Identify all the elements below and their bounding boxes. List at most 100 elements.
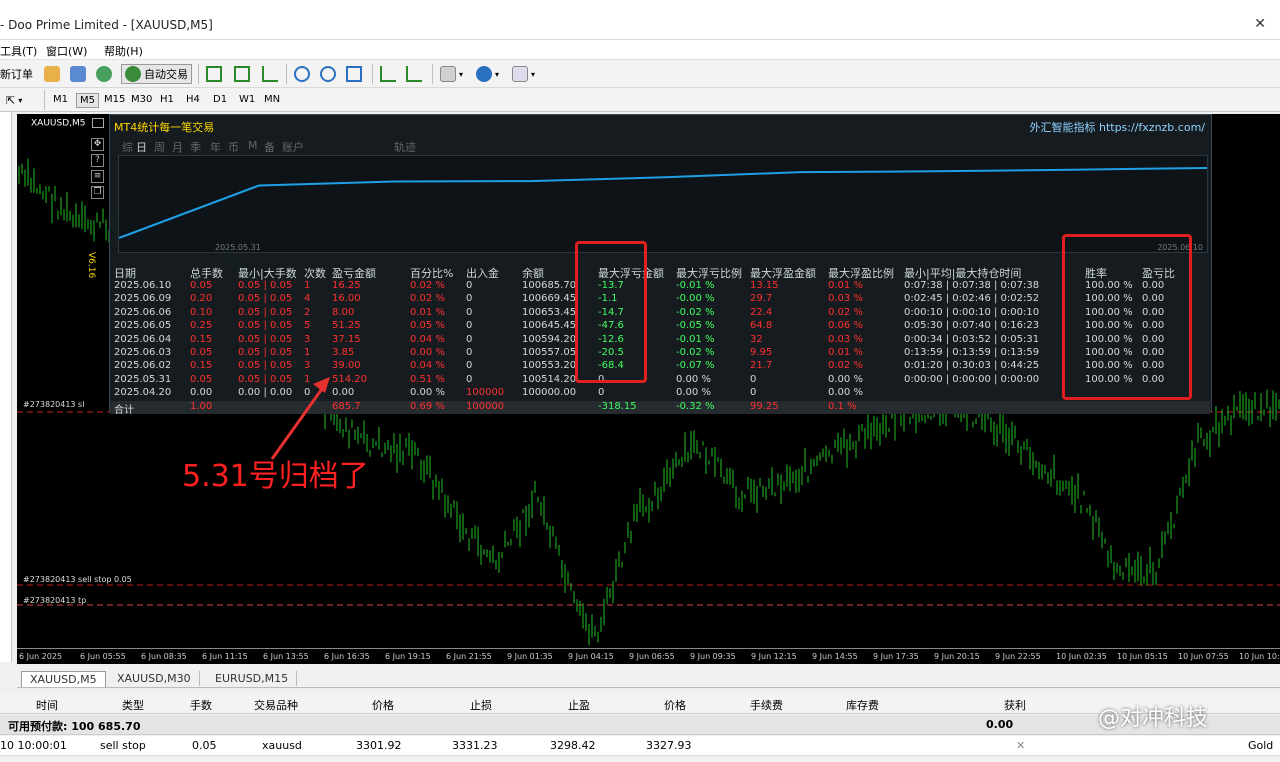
stats-cell: 39.00 (332, 360, 361, 372)
data-window-button[interactable] (70, 65, 86, 83)
stats-cell: 29.7 (750, 293, 773, 305)
list-icon[interactable]: ≡ (91, 170, 104, 183)
panel-tab[interactable]: 年 (210, 139, 221, 155)
order-row[interactable]: 10 10:00:01 sell stop 0.05 xauusd 3301.9… (0, 736, 1280, 756)
navigator-button[interactable] (96, 65, 112, 83)
stats-cell: 0.25 (190, 320, 213, 332)
x-axis-tick: 10 Jun 07:55 (1178, 652, 1229, 661)
panel-tab[interactable]: 周 (154, 139, 165, 155)
panel-tab[interactable]: M (248, 139, 258, 152)
stats-panel: MT4统计每一笔交易 外汇智能指标 https://fxznzb.com/ 综日… (109, 114, 1212, 416)
stats-total-row: 合计 1.00 685.7 0.69 % 100000 -318.15 -0.32 % 99.… (110, 401, 1210, 416)
line-tools-button[interactable]: ⇱ ▾ (6, 91, 22, 109)
col-commission[interactable]: 手续费 (750, 697, 783, 713)
move-icon[interactable]: ✥ (91, 138, 104, 151)
bar-chart-button[interactable] (206, 65, 222, 83)
stats-cell: 0.00 (332, 387, 355, 399)
line-chart-button[interactable] (262, 65, 278, 83)
tf-m15[interactable]: M15 (101, 93, 128, 108)
equity-graph: 2025.05.31 2025.06.10 (118, 155, 1208, 253)
tf-h1[interactable]: H1 (157, 93, 177, 108)
stats-total-cell: 100000 (466, 401, 505, 412)
minimize-icon[interactable] (91, 118, 104, 128)
x-axis-tick: 9 Jun 09:35 (690, 652, 736, 661)
close-icon[interactable]: ✕ (1254, 16, 1266, 32)
periods-button[interactable]: ▾ (476, 65, 499, 83)
tf-m30[interactable]: M30 (128, 93, 155, 108)
zoom-out-button[interactable] (320, 65, 336, 83)
menu-window[interactable]: 窗口(W) (46, 43, 87, 59)
col-size[interactable]: 手数 (190, 697, 212, 713)
col-current-price[interactable]: 价格 (664, 697, 686, 713)
order-size: 0.05 (192, 739, 217, 752)
panel-link[interactable]: 外汇智能指标 https://fxznzb.com/ (1029, 119, 1205, 135)
order-current-price: 3327.93 (646, 739, 692, 752)
stats-cell: 0.02 % (410, 293, 445, 305)
auto-trading-button[interactable]: 自动交易 (121, 64, 192, 84)
templates-button[interactable]: ▾ (512, 65, 535, 83)
stats-total-cell: -318.15 (598, 401, 637, 412)
col-sl[interactable]: 止损 (470, 697, 492, 713)
tf-m1[interactable]: M1 (50, 93, 71, 108)
panel-tab[interactable]: 综 (122, 139, 133, 155)
help-icon[interactable]: ? (91, 154, 104, 167)
tf-d1[interactable]: D1 (210, 93, 230, 108)
panel-tab[interactable]: 备 (264, 139, 275, 155)
tile-windows-button[interactable] (346, 65, 362, 83)
panel-tab[interactable]: 月 (172, 139, 183, 155)
col-symbol[interactable]: 交易品种 (254, 697, 298, 713)
col-swap[interactable]: 库存费 (846, 697, 879, 713)
panel-tab[interactable]: 日 (136, 139, 147, 155)
order-label-sl: #273820413 sl (23, 400, 85, 409)
stats-cell: 2025.06.09 (114, 293, 172, 305)
x-axis-tick: 6 Jun 19:15 (385, 652, 431, 661)
stats-total-cell: -0.32 % (676, 401, 715, 412)
menu-help[interactable]: 帮助(H) (104, 43, 143, 59)
price-chart[interactable]: XAUUSD,M5 #273820413 sl #273820413 sell … (17, 114, 1280, 664)
tf-m5[interactable]: M5 (76, 93, 99, 108)
x-axis-tick: 9 Jun 04:15 (568, 652, 614, 661)
market-watch-button[interactable] (44, 65, 60, 83)
candle-chart-button[interactable] (234, 65, 250, 83)
stats-row: 2025.06.06 0.10 0.05 | 0.05 2 8.00 0.01 % 0 100… (110, 307, 1210, 320)
close-order-icon[interactable]: ✕ (1016, 739, 1025, 752)
col-price[interactable]: 价格 (372, 697, 394, 713)
stats-header-cell: 百分比% (410, 267, 454, 280)
panel-tab[interactable]: 账户 (282, 139, 304, 155)
autoscroll-button[interactable] (406, 65, 422, 83)
stats-cell: 13.15 (750, 280, 779, 291)
data-window-icon (70, 66, 86, 82)
market-watch-icon (44, 66, 60, 82)
stats-cell: 9.95 (750, 347, 773, 358)
stats-header-cell: 最小|大手数 (238, 267, 297, 280)
menu-tools[interactable]: 工具(T) (0, 43, 37, 59)
chart-shift-button[interactable] (380, 65, 396, 83)
toolbar-separator (372, 64, 373, 84)
chart-tab-xauusd-m5[interactable]: XAUUSD,M5 (21, 671, 106, 687)
col-tp[interactable]: 止盈 (568, 697, 590, 713)
panel-tab[interactable]: 轨迹 (394, 139, 416, 155)
new-order-button[interactable]: 新订单 (0, 65, 33, 83)
chart-tab-xauusd-m30[interactable]: XAUUSD,M30 (109, 671, 200, 686)
col-profit[interactable]: 获利 (1004, 697, 1026, 713)
stats-cell: 100685.70 (522, 280, 577, 291)
templates-icon (512, 66, 528, 82)
zoom-in-button[interactable] (294, 65, 310, 83)
col-type[interactable]: 类型 (122, 697, 144, 713)
indicators-button[interactable]: ▾ (440, 65, 463, 83)
auto-trading-label: 自动交易 (144, 68, 188, 81)
panel-tab[interactable]: 币 (228, 139, 239, 155)
tf-mn[interactable]: MN (261, 93, 283, 108)
stats-total-cell: 685.7 (332, 401, 361, 412)
watermark: @对冲科技 (1098, 706, 1209, 731)
tf-w1[interactable]: W1 (236, 93, 258, 108)
copy-icon[interactable]: ❐ (91, 186, 104, 199)
zoom-out-icon (320, 66, 336, 82)
col-time[interactable]: 时间 (36, 697, 58, 713)
x-axis-tick: 9 Jun 12:15 (751, 652, 797, 661)
tf-h4[interactable]: H4 (183, 93, 203, 108)
stats-cell: 514.20 (332, 373, 367, 385)
stats-cell: -0.02 % (676, 306, 715, 318)
chart-tab-eurusd-m15[interactable]: EURUSD,M15 (207, 671, 298, 686)
panel-tab[interactable]: 季 (190, 139, 201, 155)
